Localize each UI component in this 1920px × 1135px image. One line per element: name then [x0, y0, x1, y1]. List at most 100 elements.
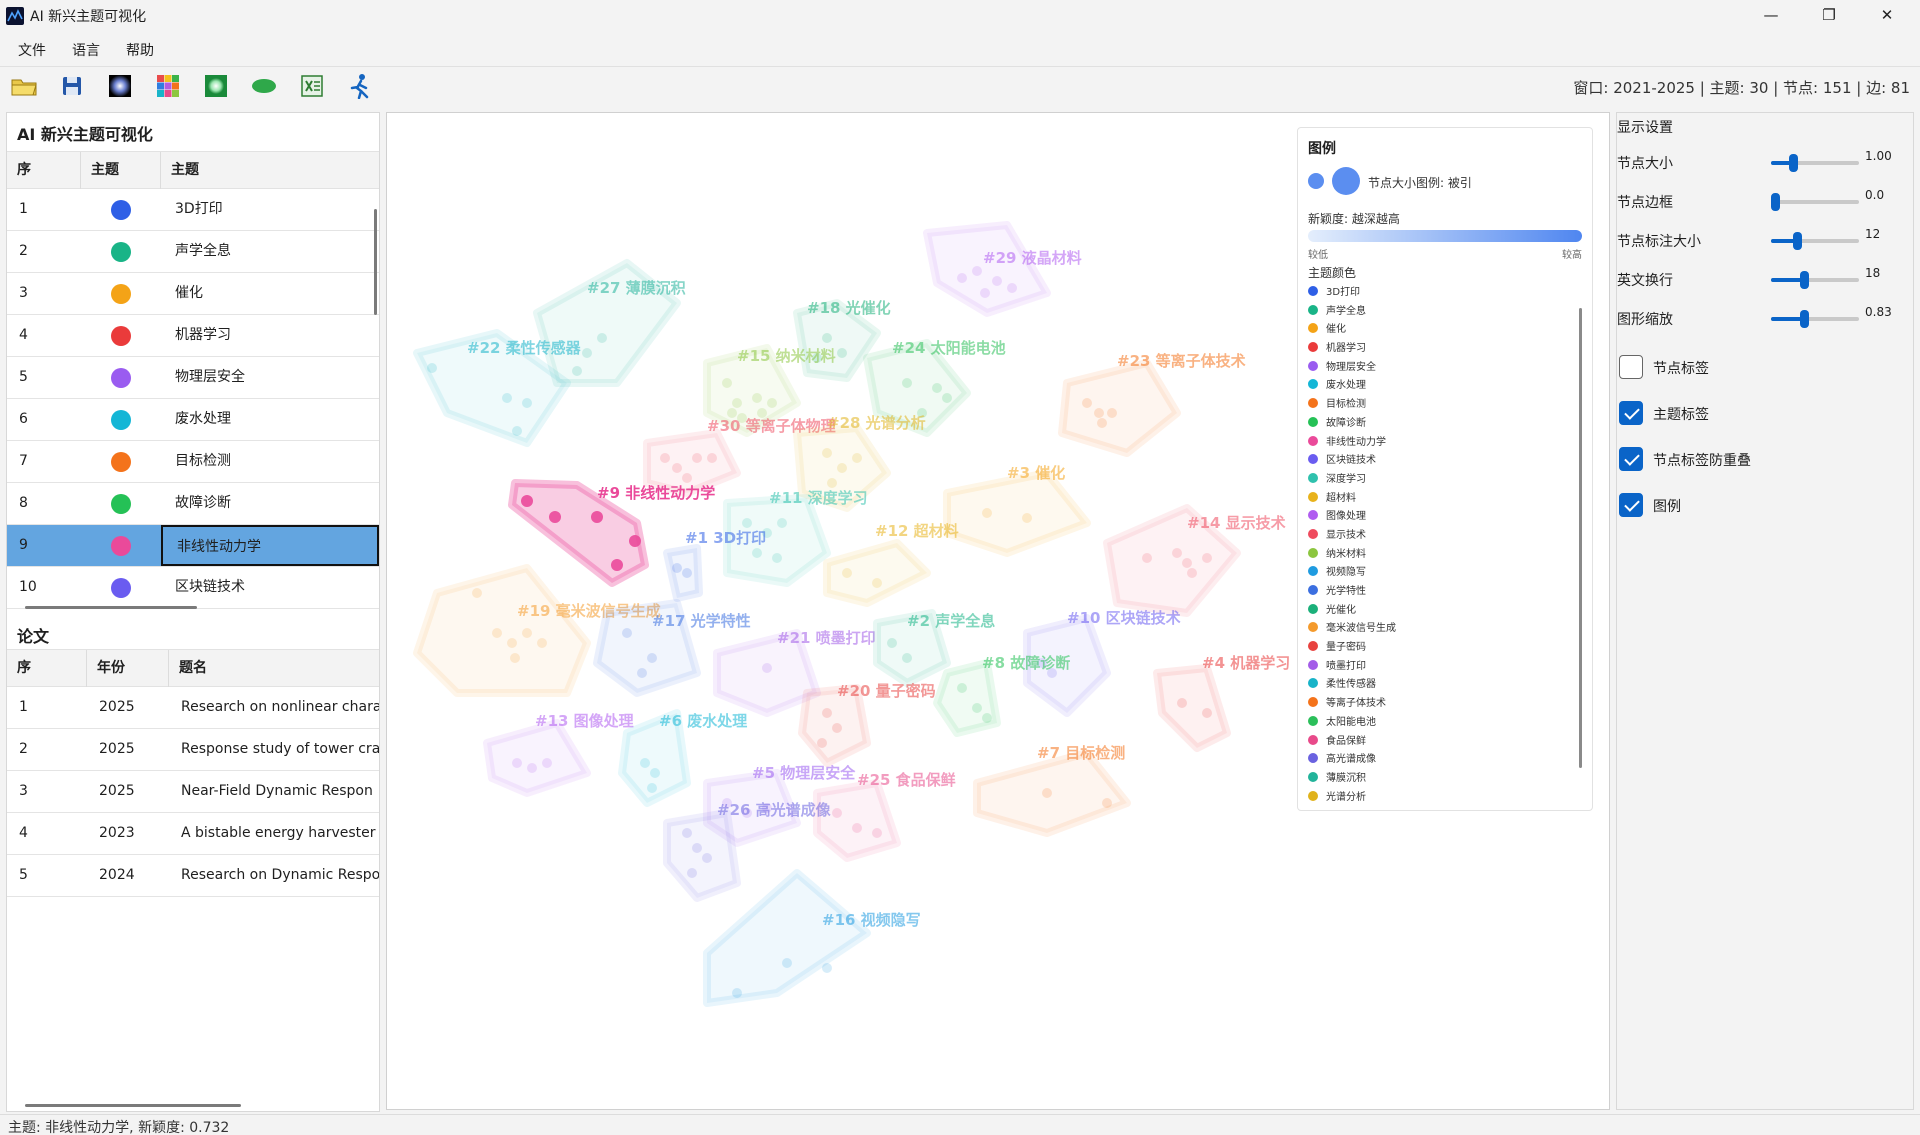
paper-node[interactable]: [767, 398, 777, 408]
paper-node[interactable]: [902, 378, 912, 388]
paper-node[interactable]: [842, 568, 852, 578]
paper-node[interactable]: [777, 518, 787, 528]
topic-cluster[interactable]: #22 柔性传感器: [413, 329, 582, 447]
paper-node[interactable]: [832, 808, 842, 818]
setting-checkbox-row[interactable]: 主题标签: [1617, 399, 1913, 429]
paper-row[interactable]: 3 2025 Near-Field Dynamic Respon: [7, 771, 379, 813]
paper-node[interactable]: [1182, 558, 1192, 568]
paper-node[interactable]: [1007, 283, 1017, 293]
topic-cluster[interactable]: #14 显示技术: [1103, 504, 1286, 617]
topics-scrollbar[interactable]: [374, 209, 377, 315]
paper-node[interactable]: [521, 495, 533, 507]
topic-cluster[interactable]: #16 视频隐写: [703, 869, 921, 1007]
paper-node[interactable]: [980, 288, 990, 298]
slider-track[interactable]: [1771, 193, 1859, 211]
slider-track[interactable]: [1771, 154, 1859, 172]
cluster-hull[interactable]: [663, 809, 741, 902]
slider-thumb[interactable]: [1771, 193, 1781, 211]
paper-node[interactable]: [507, 638, 517, 648]
paper-node[interactable]: [887, 638, 897, 648]
paper-node[interactable]: [637, 668, 647, 678]
paper-node[interactable]: [957, 273, 967, 283]
slider-track[interactable]: [1771, 310, 1859, 328]
color-palette-icon[interactable]: [154, 73, 182, 99]
menu-file[interactable]: 文件: [18, 40, 46, 60]
paper-node[interactable]: [522, 398, 532, 408]
slider-track[interactable]: [1771, 232, 1859, 250]
topic-row[interactable]: 10 区块链技术: [7, 567, 379, 609]
paper-node[interactable]: [772, 553, 782, 563]
topic-cluster[interactable]: #13 图像处理: [483, 712, 634, 797]
paper-node[interactable]: [822, 333, 832, 343]
paper-node[interactable]: [1172, 548, 1182, 558]
topic-map-canvas[interactable]: #29 液晶材料 #27 薄膜沉积 #18 光催化 #22 柔性传感器 #15 纳米材料…: [386, 112, 1610, 1110]
topic-cluster[interactable]: #20 量子密码: [798, 682, 936, 767]
paper-node[interactable]: [611, 559, 623, 571]
setting-checkbox-row[interactable]: 节点标签防重叠: [1617, 445, 1913, 475]
paper-node[interactable]: [822, 963, 832, 973]
paper-node[interactable]: [492, 628, 502, 638]
checkbox[interactable]: [1619, 355, 1643, 379]
paper-node[interactable]: [1097, 418, 1107, 428]
papers-header-year[interactable]: 年份: [87, 650, 169, 687]
topic-cluster[interactable]: #4 机器学习: [1153, 654, 1290, 752]
paper-node[interactable]: [902, 653, 912, 663]
paper-node[interactable]: [640, 758, 650, 768]
paper-row[interactable]: 1 2025 Research on nonlinear chara: [7, 687, 379, 729]
cluster-hull[interactable]: [813, 779, 901, 862]
cluster-hull[interactable]: [703, 869, 871, 1007]
paper-node[interactable]: [549, 511, 561, 523]
paper-node[interactable]: [957, 683, 967, 693]
run-icon[interactable]: [346, 73, 374, 99]
paper-node[interactable]: [512, 426, 522, 436]
topic-cluster[interactable]: #27 薄膜沉积: [533, 259, 686, 387]
paper-node[interactable]: [537, 638, 547, 648]
paper-node[interactable]: [707, 453, 717, 463]
paper-node[interactable]: [1042, 788, 1052, 798]
paper-node[interactable]: [591, 511, 603, 523]
paper-node[interactable]: [672, 463, 682, 473]
topic-cluster[interactable]: #29 液晶材料: [923, 221, 1082, 317]
paper-node[interactable]: [1094, 408, 1104, 418]
paper-node[interactable]: [832, 723, 842, 733]
menu-language[interactable]: 语言: [72, 40, 100, 60]
checkbox[interactable]: [1619, 401, 1643, 425]
paper-node[interactable]: [527, 763, 537, 773]
paper-node[interactable]: [1187, 568, 1197, 578]
paper-row[interactable]: 4 2023 A bistable energy harvester: [7, 813, 379, 855]
maximize-button[interactable]: ❐: [1800, 0, 1858, 30]
topics-header-id[interactable]: 序: [7, 152, 81, 189]
setting-checkbox-row[interactable]: 节点标签: [1617, 353, 1913, 383]
paper-node[interactable]: [682, 568, 692, 578]
topics-h-scrollbar[interactable]: [25, 606, 197, 609]
paper-node[interactable]: [512, 758, 522, 768]
paper-node[interactable]: [742, 518, 752, 528]
paper-node[interactable]: [722, 378, 732, 388]
paper-node[interactable]: [692, 453, 702, 463]
papers-header-title[interactable]: 题名: [169, 650, 379, 687]
cluster-hull[interactable]: [1153, 664, 1231, 752]
paper-node[interactable]: [597, 333, 607, 343]
minimize-button[interactable]: —: [1742, 0, 1800, 30]
paper-node[interactable]: [542, 758, 552, 768]
topic-row[interactable]: 6 废水处理: [7, 399, 379, 441]
paper-node[interactable]: [837, 348, 847, 358]
paper-node[interactable]: [427, 363, 437, 373]
paper-node[interactable]: [682, 828, 692, 838]
paper-node[interactable]: [692, 843, 702, 853]
cluster-hull[interactable]: [923, 221, 1051, 317]
topic-row[interactable]: 3 催化: [7, 273, 379, 315]
paper-node[interactable]: [1022, 513, 1032, 523]
paper-node[interactable]: [572, 366, 582, 376]
cluster-hull[interactable]: [1058, 359, 1181, 457]
paper-node[interactable]: [1142, 553, 1152, 563]
slider-thumb[interactable]: [1800, 310, 1810, 328]
paper-node[interactable]: [1202, 708, 1212, 718]
papers-header-id[interactable]: 序: [7, 650, 87, 687]
paper-node[interactable]: [782, 958, 792, 968]
paper-node[interactable]: [510, 653, 520, 663]
legend-scrollbar[interactable]: [1579, 308, 1582, 768]
glow-icon[interactable]: [106, 73, 134, 99]
topic-cluster[interactable]: #12 超材料: [823, 522, 959, 607]
topic-row[interactable]: 1 3D打印: [7, 189, 379, 231]
